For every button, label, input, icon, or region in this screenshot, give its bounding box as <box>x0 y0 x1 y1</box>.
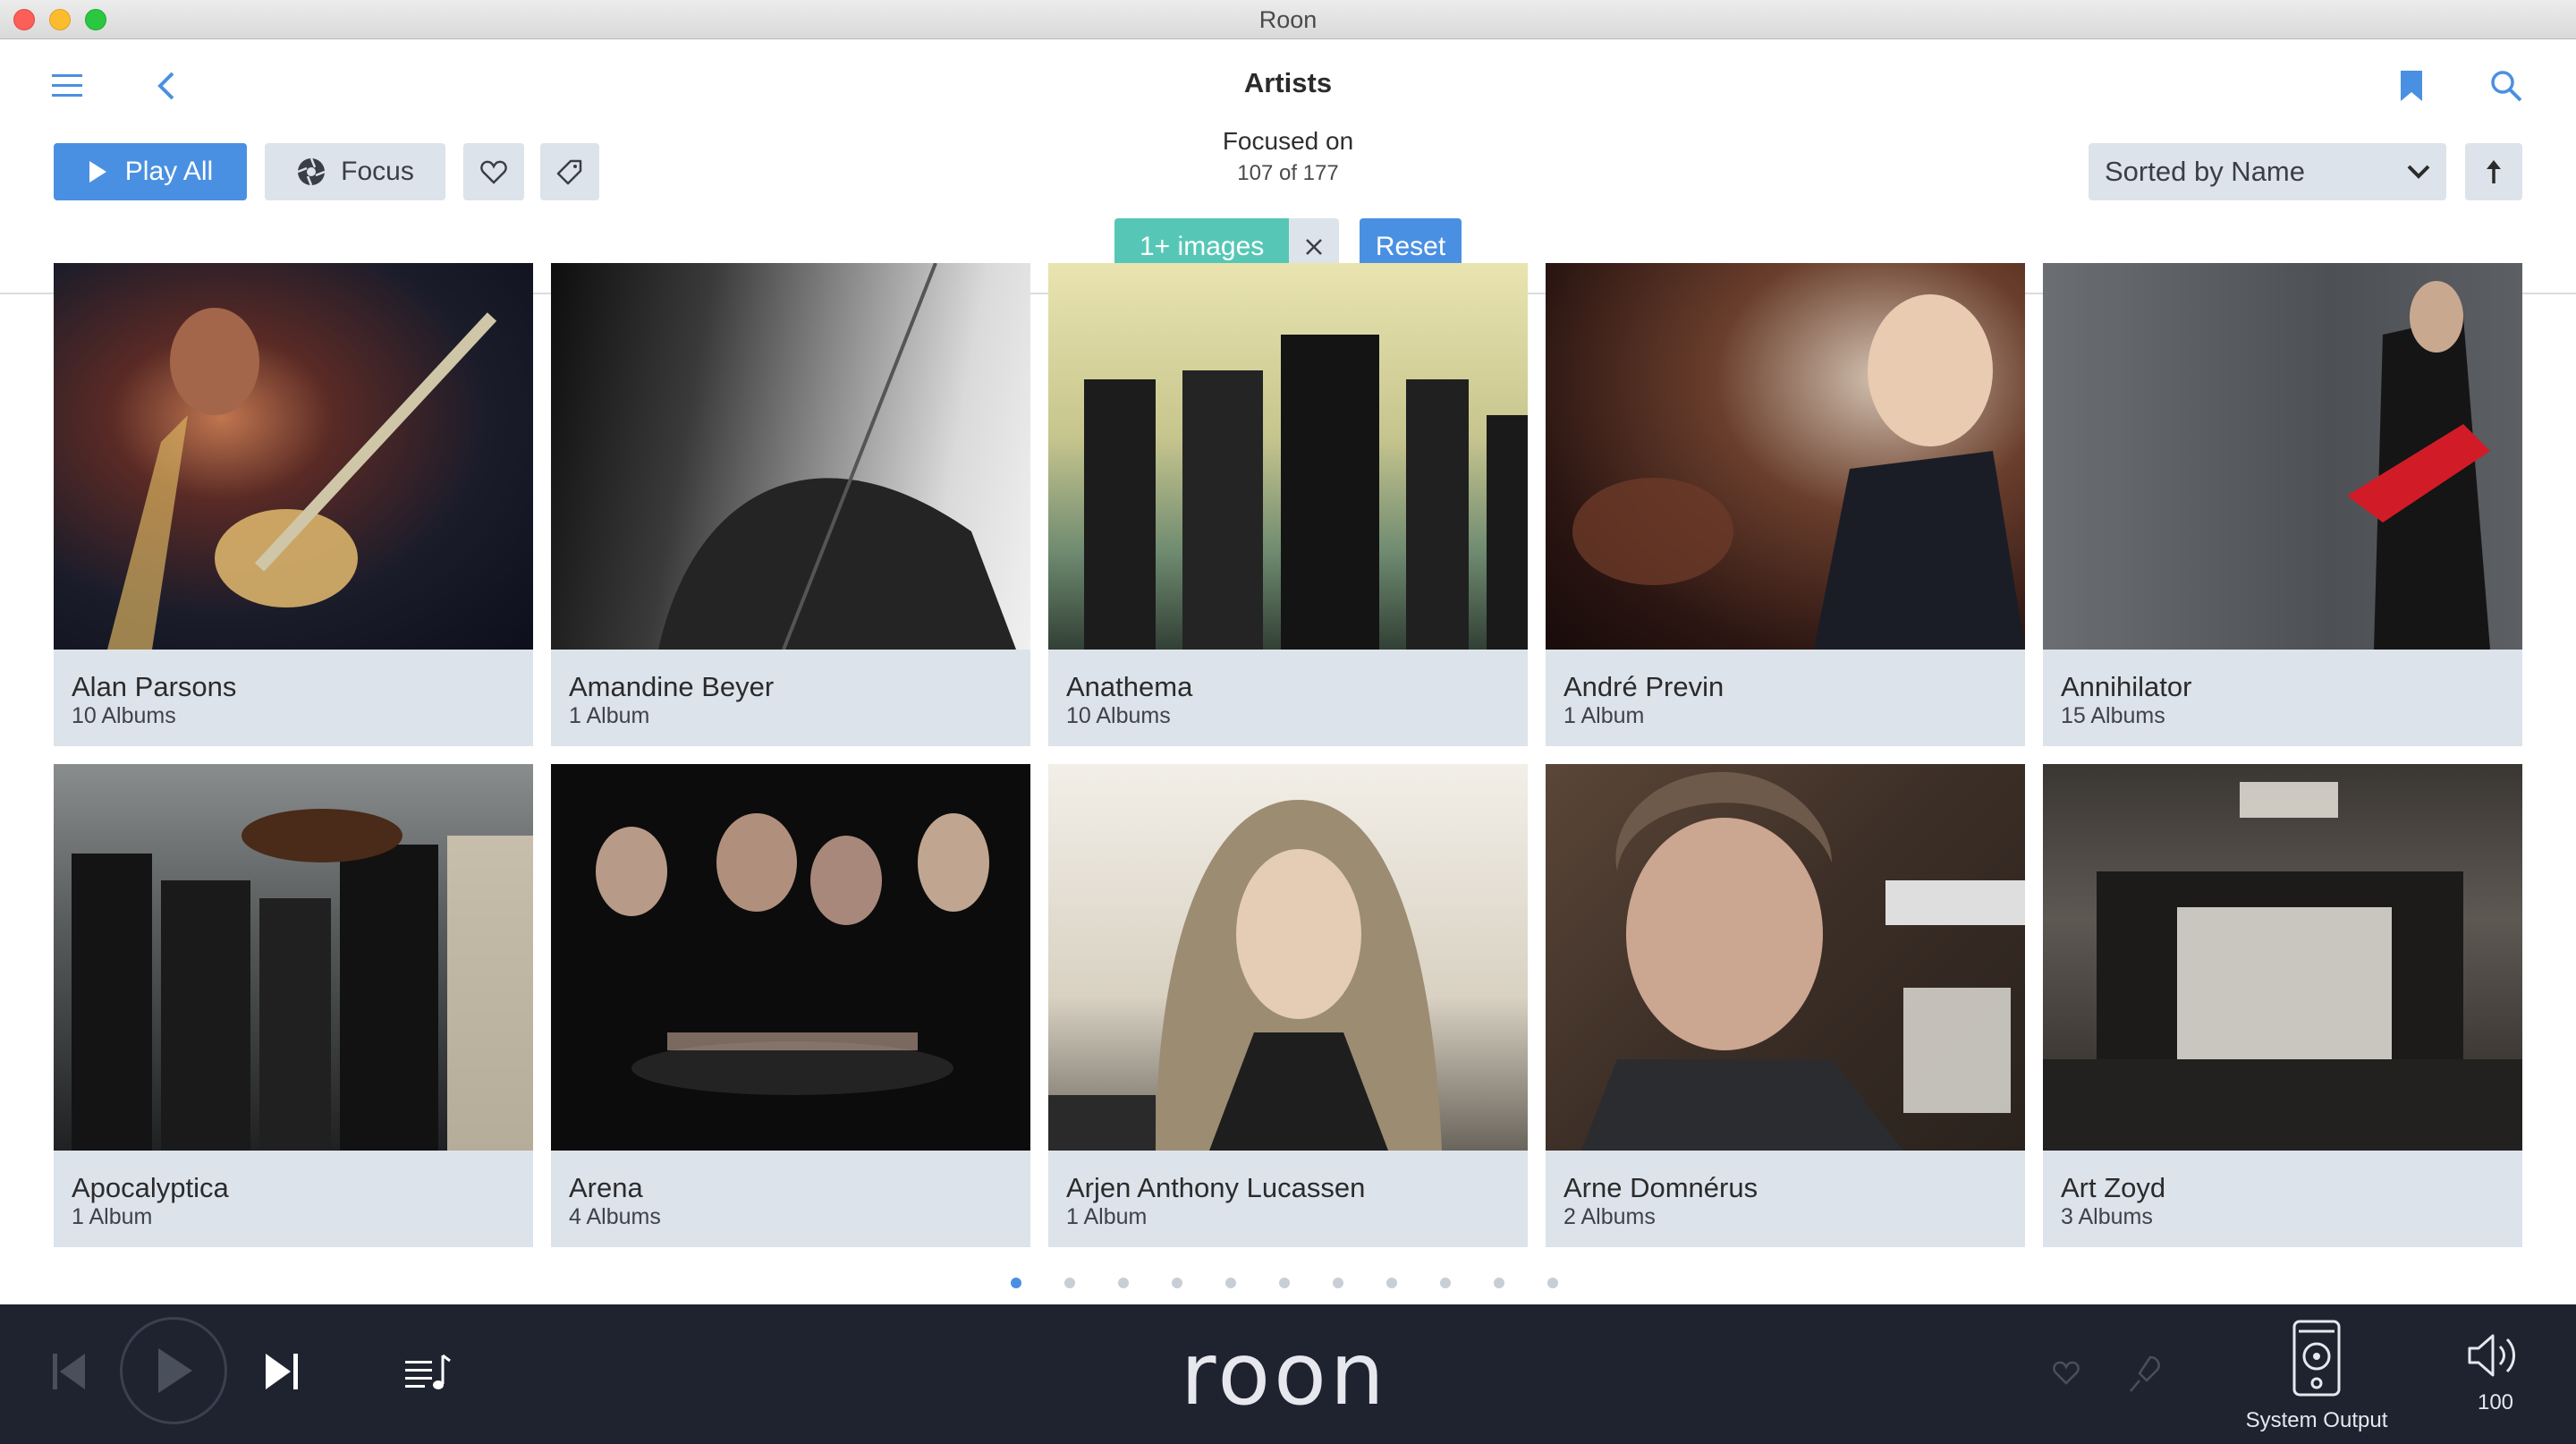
artist-card[interactable]: Alan Parsons 10 Albums <box>54 263 533 746</box>
artist-card[interactable]: Apocalyptica 1 Album <box>54 764 533 1247</box>
artist-card[interactable]: Arjen Anthony Lucassen 1 Album <box>1048 764 1528 1247</box>
artist-name: Apocalyptica <box>72 1172 229 1203</box>
page-dot[interactable] <box>1279 1278 1290 1288</box>
speaker-output-icon[interactable] <box>2290 1319 2343 1397</box>
artist-album-count: 10 Albums <box>1066 703 1171 728</box>
page-dot[interactable] <box>1494 1278 1504 1288</box>
artist-name: Anathema <box>1066 671 1193 702</box>
chevron-down-icon <box>2407 165 2430 179</box>
artist-image <box>2043 263 2522 650</box>
artist-card[interactable]: Arne Domnérus 2 Albums <box>1546 764 2025 1247</box>
sort-direction-button[interactable] <box>2465 143 2522 200</box>
artist-card[interactable]: Arena 4 Albums <box>551 764 1030 1247</box>
queue-icon[interactable] <box>402 1347 453 1396</box>
artist-image <box>1048 764 1528 1151</box>
artist-image <box>54 764 533 1151</box>
page-title: Artists <box>1243 67 1333 98</box>
sort-select[interactable]: Sorted by Name <box>2089 143 2446 200</box>
artist-grid: Alan Parsons 10 Albums Amandine Beyer 1 … <box>54 263 2522 1247</box>
sort-select-label: Sorted by Name <box>2105 156 2305 187</box>
page-dot[interactable] <box>1440 1278 1451 1288</box>
output-label: System Output <box>2245 1408 2388 1432</box>
artist-name: Arne Domnérus <box>1563 1172 1758 1203</box>
artist-card[interactable]: Annihilator 15 Albums <box>2043 263 2522 746</box>
page-dot[interactable] <box>1064 1278 1075 1288</box>
play-button[interactable] <box>120 1317 227 1424</box>
artist-image <box>2043 764 2522 1151</box>
window-title: Roon <box>1258 6 1318 33</box>
page-dot[interactable] <box>1011 1278 1021 1288</box>
page-dot[interactable] <box>1118 1278 1129 1288</box>
artist-image <box>1546 263 2025 650</box>
artist-album-count: 4 Albums <box>569 1204 661 1229</box>
play-icon <box>158 1348 192 1393</box>
search-icon[interactable] <box>2487 66 2526 106</box>
artist-album-count: 3 Albums <box>2061 1204 2153 1229</box>
artist-name: Arjen Anthony Lucassen <box>1066 1172 1366 1203</box>
volume-icon[interactable] <box>2465 1328 2522 1383</box>
artist-image <box>54 263 533 650</box>
artist-name: Art Zoyd <box>2061 1172 2166 1203</box>
arrow-up-icon <box>2487 160 2501 183</box>
pagination-dots <box>1011 1278 1601 1292</box>
artist-album-count: 10 Albums <box>72 703 176 728</box>
artist-card[interactable]: Amandine Beyer 1 Album <box>551 263 1030 746</box>
artist-album-count: 2 Albums <box>1563 1204 1656 1229</box>
next-track-icon[interactable] <box>261 1349 302 1394</box>
artist-name: Amandine Beyer <box>569 671 775 702</box>
page-dot[interactable] <box>1333 1278 1343 1288</box>
artist-album-count: 1 Album <box>1066 1204 1148 1229</box>
artist-album-count: 1 Album <box>72 1204 153 1229</box>
page-dot[interactable] <box>1547 1278 1558 1288</box>
radio-icon[interactable] <box>2125 1351 2165 1396</box>
artist-name: Annihilator <box>2061 671 2192 702</box>
artist-image <box>1546 764 2025 1151</box>
artist-card[interactable]: Anathema 10 Albums <box>1048 263 1528 746</box>
artist-album-count: 15 Albums <box>2061 703 2165 728</box>
artist-album-count: 1 Album <box>1563 703 1645 728</box>
bookmark-icon[interactable] <box>2394 66 2429 106</box>
volume-level: 100 <box>2477 1390 2514 1414</box>
page-dot[interactable] <box>1386 1278 1397 1288</box>
artist-image <box>1048 263 1528 650</box>
artist-album-count: 1 Album <box>569 703 650 728</box>
artist-image <box>551 263 1030 650</box>
previous-track-icon[interactable] <box>48 1349 89 1394</box>
roon-logo: roon <box>1181 1324 1388 1424</box>
artist-image <box>551 764 1030 1151</box>
heart-icon[interactable] <box>2048 1355 2084 1390</box>
artist-name: André Previn <box>1563 671 1724 702</box>
artist-card[interactable]: Art Zoyd 3 Albums <box>2043 764 2522 1247</box>
artist-name: Arena <box>569 1172 643 1203</box>
window-titlebar: Roon <box>0 0 2576 39</box>
player-bar: roon System Output 100 <box>0 1304 2576 1444</box>
page-dot[interactable] <box>1225 1278 1236 1288</box>
artist-card[interactable]: André Previn 1 Album <box>1546 263 2025 746</box>
page-dot[interactable] <box>1172 1278 1182 1288</box>
artist-name: Alan Parsons <box>72 671 237 702</box>
